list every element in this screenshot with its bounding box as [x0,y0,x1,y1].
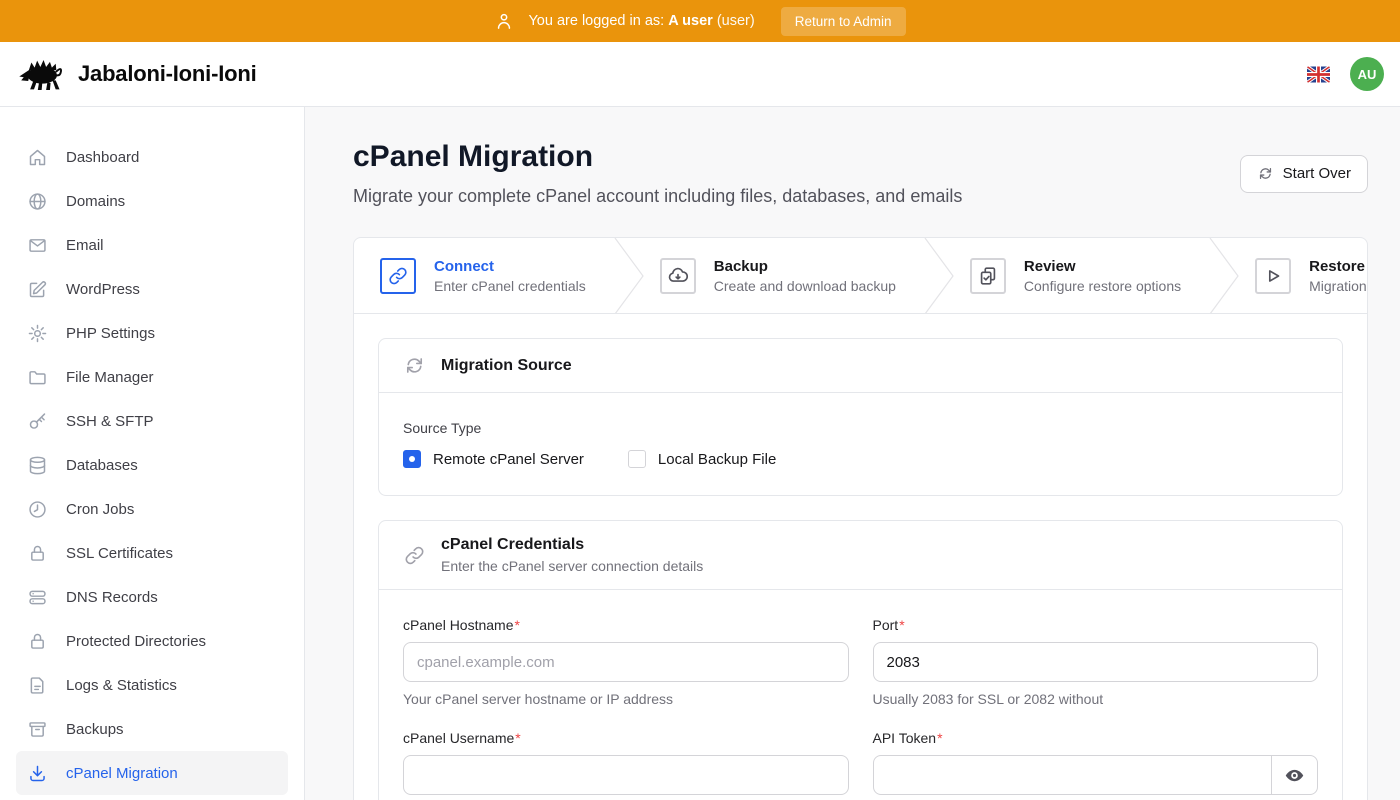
card-subtitle: Enter the cPanel server connection detai… [441,558,703,574]
document-icon [27,675,48,696]
return-to-admin-button[interactable]: Return to Admin [781,7,906,36]
step-backup[interactable]: Backup Create and download backup [646,258,922,294]
sidebar-item-wordpress[interactable]: WordPress [16,267,288,311]
card-title: cPanel Credentials [441,536,703,554]
clock-icon [27,499,48,520]
play-icon [1255,258,1291,294]
sidebar-item-domains[interactable]: Domains [16,179,288,223]
download-icon [27,763,48,784]
sidebar-item-ssh-sftp[interactable]: SSH & SFTP [16,399,288,443]
home-icon [27,147,48,168]
port-label: Port* [873,617,1319,633]
sidebar-item-email[interactable]: Email [16,223,288,267]
link-icon [380,258,416,294]
database-icon [27,455,48,476]
link-icon [403,544,426,567]
sidebar-item-ssl-certificates[interactable]: SSL Certificates [16,531,288,575]
sidebar-item-cron-jobs[interactable]: Cron Jobs [16,487,288,531]
gear-icon [27,323,48,344]
sidebar-item-cpanel-migration[interactable]: cPanel Migration [16,751,288,795]
wizard-stepper: Connect Enter cPanel credentials Backup … [354,238,1367,314]
toggle-visibility-button[interactable] [1271,755,1318,795]
required-marker: * [937,730,942,746]
required-marker: * [515,617,520,633]
cloud-download-icon [660,258,696,294]
step-connect[interactable]: Connect Enter cPanel credentials [354,258,612,294]
page-title: cPanel Migration [353,140,962,174]
step-restore[interactable]: Restore Migration progress [1241,258,1367,294]
server-icon [27,587,48,608]
refresh-icon [1257,165,1274,182]
start-over-button[interactable]: Start Over [1240,155,1368,193]
option-remote-cpanel-server[interactable]: Remote cPanel Server [403,450,584,468]
clipboard-check-icon [970,258,1006,294]
logged-in-role: (user) [717,13,755,29]
folder-icon [27,367,48,388]
required-marker: * [515,730,520,746]
migration-wizard-card: Connect Enter cPanel credentials Backup … [353,237,1368,800]
migration-source-card: Migration Source Source Type Remote cPan… [378,338,1343,496]
language-flag-icon[interactable] [1307,66,1330,83]
step-separator [1207,238,1241,314]
option-local-backup-file[interactable]: Local Backup File [628,450,776,468]
sidebar-item-file-manager[interactable]: File Manager [16,355,288,399]
sidebar-item-logs-statistics[interactable]: Logs & Statistics [16,663,288,707]
username-label: cPanel Username* [403,730,849,746]
hostname-label: cPanel Hostname* [403,617,849,633]
edit-icon [27,279,48,300]
required-marker: * [899,617,904,633]
eye-icon [1284,765,1305,786]
port-helper: Usually 2083 for SSL or 2082 without [873,691,1319,707]
hostname-field-group: cPanel Hostname* Your cPanel server host… [403,617,849,707]
sync-icon [403,354,426,377]
logged-in-text: You are logged in as: A user (user) [528,13,754,29]
sidebar-item-protected-directories[interactable]: Protected Directories [16,619,288,663]
archive-icon [27,719,48,740]
boar-logo-icon [18,56,64,92]
key-icon [27,411,48,432]
checkbox-checked[interactable] [403,450,421,468]
brand[interactable]: Jabaloni-Ioni-Ioni [18,56,257,92]
api-token-field-group: API Token* [873,730,1319,795]
user-avatar[interactable]: AU [1350,57,1384,91]
sidebar-item-dns-records[interactable]: DNS Records [16,575,288,619]
lock-icon [27,631,48,652]
port-field-group: Port* Usually 2083 for SSL or 2082 witho… [873,617,1319,707]
sidebar-item-dashboard[interactable]: Dashboard [16,135,288,179]
source-type-label: Source Type [403,420,1318,436]
app-header: Jabaloni-Ioni-Ioni AU [0,42,1400,107]
sidebar-item-backups[interactable]: Backups [16,707,288,751]
api-token-input[interactable] [873,755,1273,795]
main-content: cPanel Migration Migrate your complete c… [305,107,1400,800]
step-separator [922,238,956,314]
page-subtitle: Migrate your complete cPanel account inc… [353,186,962,207]
sidebar-item-php-settings[interactable]: PHP Settings [16,311,288,355]
api-token-label: API Token* [873,730,1319,746]
sidebar-item-databases[interactable]: Databases [16,443,288,487]
admin-impersonation-bar: You are logged in as: A user (user) Retu… [0,0,1400,42]
step-separator [612,238,646,314]
cpanel-credentials-card: cPanel Credentials Enter the cPanel serv… [378,520,1343,800]
username-field-group: cPanel Username* [403,730,849,795]
hostname-input[interactable] [403,642,849,682]
username-input[interactable] [403,755,849,795]
logged-in-user: A user [668,13,713,29]
brand-name: Jabaloni-Ioni-Ioni [78,61,257,87]
lock-icon [27,543,48,564]
checkbox-unchecked[interactable] [628,450,646,468]
mail-icon [27,235,48,256]
hostname-helper: Your cPanel server hostname or IP addres… [403,691,849,707]
card-title: Migration Source [441,357,572,375]
port-input[interactable] [873,642,1319,682]
globe-icon [27,191,48,212]
step-review[interactable]: Review Configure restore options [956,258,1207,294]
person-icon [494,11,514,31]
sidebar: Dashboard Domains Email WordPress PHP Se… [0,107,305,800]
